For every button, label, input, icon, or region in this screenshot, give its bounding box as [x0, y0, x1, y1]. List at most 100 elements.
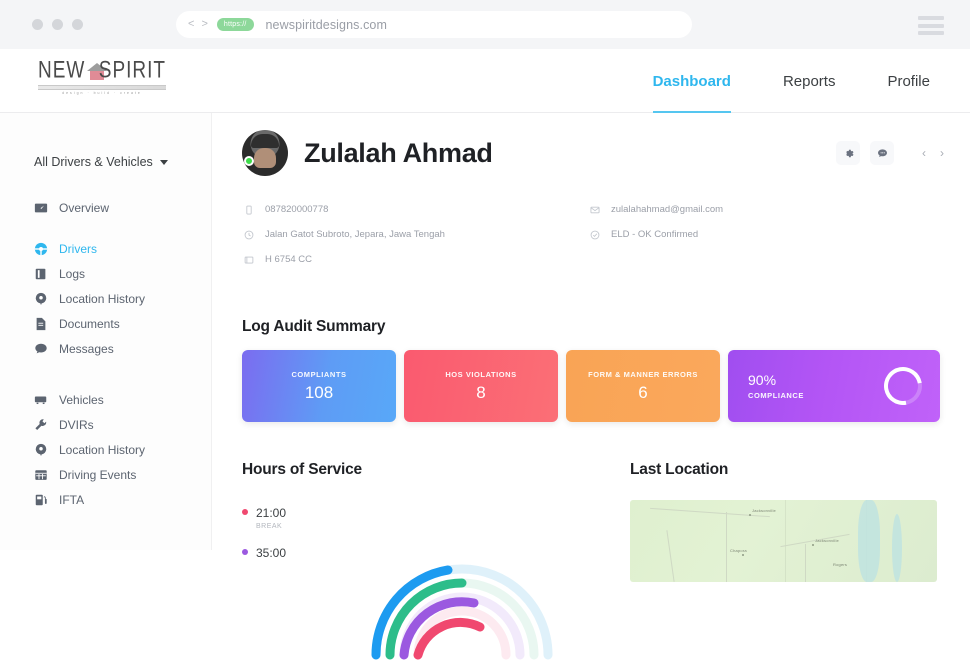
legend-time: 35:00: [256, 546, 287, 560]
sidebar-item-label: Drivers: [59, 241, 97, 256]
sidebar-item-location-history-2[interactable]: Location History: [34, 437, 211, 462]
meta-value: ELD - OK Confirmed: [611, 229, 699, 240]
tab-reports[interactable]: Reports: [783, 49, 836, 113]
pager: ‹ ›: [922, 146, 944, 160]
log-audit-cards: COMPLIANTS 108 HOS VIOLATIONS 8 FORM & M…: [242, 350, 940, 422]
hours-of-service-arc-chart: [362, 505, 562, 665]
document-icon: [34, 317, 48, 331]
sidebar-item-documents[interactable]: Documents: [34, 311, 211, 336]
forward-icon[interactable]: >: [201, 19, 207, 30]
https-badge: https://: [216, 18, 254, 31]
pager-next-button[interactable]: ›: [940, 146, 944, 160]
sidebar-item-label: Location History: [59, 291, 146, 306]
legend-dot-break: [242, 509, 248, 515]
stat-card-compliance[interactable]: 90% COMPLIANCE: [728, 350, 940, 422]
meta-license: H 6754 CC: [242, 247, 445, 272]
legend-item: 21:00 BREAK: [242, 504, 362, 530]
stat-card-compliants[interactable]: COMPLIANTS 108: [242, 350, 396, 422]
sidebar-item-driving-events[interactable]: Driving Events: [34, 462, 211, 487]
sidebar-item-label: IFTA: [59, 492, 85, 507]
driver-vehicle-filter[interactable]: All Drivers & Vehicles: [34, 155, 211, 169]
logo-word-right: SPIRIT: [98, 57, 166, 84]
meta-value: zulalahahmad@gmail.com: [611, 204, 724, 215]
last-location-title: Last Location: [630, 461, 729, 478]
profile-actions: ‹ ›: [836, 141, 944, 165]
meta-phone: 087820000778: [242, 197, 445, 222]
sidebar-item-label: Driving Events: [59, 467, 137, 482]
fuel-pump-icon: [34, 493, 48, 507]
status-badge: [244, 156, 254, 166]
settings-button[interactable]: [836, 141, 860, 165]
legend-time: 21:00: [256, 506, 287, 520]
gear-icon: [845, 149, 854, 157]
map-label: Jacksonville: [815, 538, 839, 543]
stat-label: FORM & MANNER ERRORS: [588, 369, 698, 379]
meta-address: Jalan Gatot Subroto, Jepara, Jawa Tengah: [242, 222, 445, 247]
hours-of-service-title: Hours of Service: [242, 461, 362, 478]
check-circle-icon: [588, 228, 602, 242]
calendar-icon: [34, 468, 48, 482]
sidebar-item-dvirs[interactable]: DVIRs: [34, 412, 211, 437]
location-map[interactable]: Jacksonville Jacksonville Chapora Rogers: [630, 500, 937, 582]
sidebar-item-location-history[interactable]: Location History: [34, 286, 211, 311]
meta-value: Jalan Gatot Subroto, Jepara, Jawa Tengah: [265, 229, 445, 240]
window-controls[interactable]: [32, 19, 83, 30]
sidebar-item-overview[interactable]: Overview: [34, 195, 211, 220]
meta-email: zulalahahmad@gmail.com: [588, 197, 723, 222]
stat-value: 108: [304, 382, 334, 402]
tab-dashboard[interactable]: Dashboard: [652, 49, 732, 113]
address-bar[interactable]: < > https:// newspiritdesigns.com: [176, 11, 692, 38]
sidebar-item-ifta[interactable]: IFTA: [34, 487, 211, 512]
compliance-percent: 90%: [748, 372, 777, 388]
stat-card-form-manner-errors[interactable]: FORM & MANNER ERRORS 6: [566, 350, 720, 422]
log-audit-title: Log Audit Summary: [242, 318, 386, 335]
sidebar-item-drivers[interactable]: Drivers: [34, 236, 211, 261]
logo-divider: [38, 85, 166, 90]
sidebar-item-logs[interactable]: Logs: [34, 261, 211, 286]
sidebar-item-label: Logs: [59, 266, 86, 281]
logo-word-left: NEW: [38, 57, 86, 84]
hours-of-service-block: Hours of Service 21:00 BREAK 35:00: [242, 461, 362, 576]
url-input[interactable]: newspiritdesigns.com: [266, 18, 388, 32]
id-card-icon: [242, 253, 256, 267]
map-pin-icon: [34, 292, 48, 306]
back-icon[interactable]: <: [188, 19, 194, 30]
tab-profile[interactable]: Profile: [887, 49, 930, 113]
stat-card-hos-violations[interactable]: HOS VIOLATIONS 8: [404, 350, 558, 422]
map-label: Jacksonville: [752, 508, 776, 513]
sidebar-item-messages[interactable]: Messages: [34, 336, 211, 361]
message-button[interactable]: [870, 141, 894, 165]
pager-prev-button[interactable]: ‹: [922, 146, 926, 160]
meta-value: 087820000778: [265, 204, 329, 215]
envelope-icon: [588, 203, 602, 217]
chat-bubble-icon: [877, 148, 887, 157]
sidebar-item-vehicles[interactable]: Vehicles: [34, 387, 211, 412]
chevron-down-icon: [159, 159, 168, 165]
logo-tagline: design · build · create: [62, 91, 142, 95]
avatar[interactable]: [242, 130, 288, 176]
truck-icon: [34, 393, 48, 407]
sidebar: All Drivers & Vehicles Overview Drivers …: [0, 113, 212, 550]
gauge-icon: [34, 201, 48, 215]
logo[interactable]: NEW SPIRIT design · build · create: [38, 57, 166, 95]
sidebar-item-label: Vehicles: [59, 392, 104, 407]
stat-value: 8: [476, 382, 486, 402]
stat-value: 6: [638, 382, 648, 402]
compliance-donut-chart: [876, 359, 930, 413]
window-maximize-dot[interactable]: [72, 19, 83, 30]
profile-header: Zulalah Ahmad: [242, 130, 493, 176]
clock-icon: [242, 228, 256, 242]
legend-sublabel: BREAK: [256, 523, 283, 530]
window-minimize-dot[interactable]: [52, 19, 63, 30]
map-label: Chapora: [730, 548, 747, 553]
page-title: Zulalah Ahmad: [304, 137, 493, 168]
phone-icon: [242, 203, 256, 217]
hamburger-icon[interactable]: [918, 16, 944, 35]
last-location-block: Last Location Jacksonville Jacksonville …: [630, 461, 940, 582]
main-content: Zulalah Ahmad ‹ › 087820000778 Jalan Gat…: [212, 113, 970, 660]
top-navigation: Dashboard Reports Profile: [652, 49, 930, 113]
window-close-dot[interactable]: [32, 19, 43, 30]
wrench-icon: [34, 418, 48, 432]
filter-label: All Drivers & Vehicles: [34, 155, 153, 169]
map-label: Rogers: [833, 562, 848, 567]
